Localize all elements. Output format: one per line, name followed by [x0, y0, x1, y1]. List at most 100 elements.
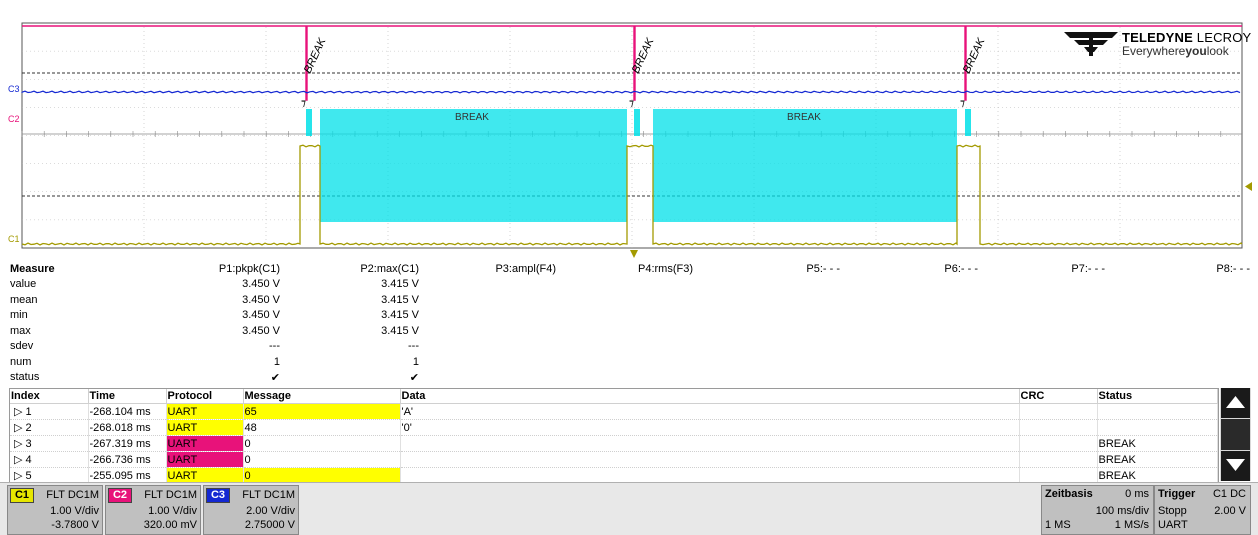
measure-panel: Measure P1:pkpk(C1) P2:max(C1) P3:ampl(F4) P… — [0, 263, 1258, 387]
channel-descriptor-c2[interactable]: C2 FLT DC1M 1.00 V/div 320.00 mV — [105, 485, 201, 535]
decode-break-box — [653, 109, 957, 222]
measure-row-label: mean — [10, 293, 38, 306]
decoder-cell-data — [400, 435, 1020, 452]
measure-row-label: status — [10, 371, 40, 383]
channel-offset: -3.7800 V — [51, 519, 99, 531]
measure-row-label: num — [10, 355, 32, 368]
decoder-cell-message: 48 — [243, 419, 401, 436]
measure-p2-value: ✔ — [409, 372, 419, 384]
decoder-row[interactable]: ▷ 4 -266.736 ms UART 0 BREAK — [10, 451, 1218, 468]
channel-descriptor-c3[interactable]: C3 FLT DC1M 2.00 V/div 2.75000 V — [203, 485, 299, 535]
trigger-level-marker — [1245, 182, 1252, 191]
decoder-cell-protocol: UART — [166, 435, 244, 452]
decoder-cell-message: 0 — [243, 451, 401, 468]
decoder-cell-crc — [1019, 435, 1098, 452]
measure-param-header: P6:- - - — [944, 263, 978, 275]
measure-param-header: P3:ampl(F4) — [495, 263, 556, 275]
decoder-row[interactable]: ▷ 3 -267.319 ms UART 0 BREAK — [10, 435, 1218, 452]
channel-offset: 2.75000 V — [244, 519, 295, 531]
teledyne-lecroy-logo: TELEDYNE LECROY Everywhereyoulook — [1062, 28, 1252, 62]
measure-p1-value: 3.450 V — [242, 309, 280, 321]
decoder-cell-crc — [1019, 403, 1098, 420]
measure-param-header: P7:- - - — [1071, 263, 1105, 275]
trigger-mode: Stopp — [1158, 505, 1187, 517]
decoder-col-time[interactable]: Time — [88, 389, 167, 404]
timebase-samples: 1 MS — [1045, 519, 1071, 531]
trigger-source: C1 DC — [1212, 488, 1246, 500]
arrow-up-icon — [1226, 396, 1245, 408]
decoder-cell-data — [400, 451, 1020, 468]
channel-tag-c1: C1 — [10, 488, 34, 503]
decoder-cell-status — [1097, 419, 1218, 436]
measure-p2-value: 1 — [412, 355, 419, 368]
decoder-cell-message: 0 — [243, 435, 401, 452]
break-marker-glyph: ⁊ — [629, 98, 634, 109]
decode-box-label: BREAK — [455, 112, 489, 123]
decoder-cell-index: ▷ 3 — [10, 435, 89, 452]
measure-p1-value: 3.450 V — [242, 324, 280, 337]
decoder-cell-status — [1097, 403, 1218, 420]
descriptor-bar: C1 FLT DC1M 1.00 V/div -3.7800 V C2 FLT … — [0, 482, 1258, 535]
channel-coupling: FLT DC1M — [242, 489, 295, 501]
decode-box-label: BREAK — [787, 112, 821, 123]
measure-p2-value: 3.415 V — [381, 309, 419, 321]
channel-label-c2: C2 — [8, 114, 20, 124]
channel-label-c1: C1 — [8, 234, 20, 244]
measure-p1-value: 3.450 V — [242, 293, 280, 306]
brand-name-bold: TELEDYNE — [1122, 30, 1193, 45]
brand-tag-pre: Everywhere — [1122, 44, 1186, 58]
timebase-rate: 1 MS/s — [1114, 519, 1149, 531]
measure-p1-value: --- — [269, 340, 280, 352]
decoder-col-index[interactable]: Index — [10, 389, 89, 404]
trigger-title: Trigger — [1158, 488, 1196, 500]
timebase-descriptor[interactable]: Zeitbasis 0 ms 100 ms/div 1 MS 1 MS/s — [1041, 485, 1154, 535]
channel-descriptor-c1[interactable]: C1 FLT DC1M 1.00 V/div -3.7800 V — [7, 485, 103, 535]
scroll-down-button[interactable] — [1221, 451, 1250, 481]
scroll-thumb[interactable] — [1221, 419, 1250, 450]
decoder-col-data[interactable]: Data — [400, 389, 1020, 404]
measure-p2-value: 3.415 V — [381, 278, 419, 290]
decoder-cell-crc — [1019, 419, 1098, 436]
decoder-col-crc[interactable]: CRC — [1019, 389, 1098, 404]
measure-p2-value: 3.415 V — [381, 324, 419, 337]
decoder-row[interactable]: ▷ 2 -268.018 ms UART 48'0' — [10, 419, 1218, 436]
channel-vdiv: 1.00 V/div — [148, 505, 197, 517]
channel-label-c3: C3 — [8, 84, 20, 94]
decoder-row[interactable]: ▷ 1 -268.104 ms UART 65 'A' — [10, 403, 1218, 420]
channel-tag-c3: C3 — [206, 488, 230, 503]
measure-p1-value: 1 — [273, 355, 280, 368]
decoder-cell-data: '0' — [400, 419, 1020, 436]
trigger-level: 2.00 V — [1214, 505, 1246, 517]
brand-tag-bold: you — [1185, 44, 1207, 58]
measure-row-label: value — [10, 278, 37, 290]
measure-param-header: P4:rms(F3) — [638, 263, 693, 275]
channel-offset: 320.00 mV — [143, 519, 197, 531]
measure-row-label: min — [10, 309, 28, 321]
trigger-descriptor[interactable]: Trigger C1 DC Stopp 2.00 V UART — [1154, 485, 1251, 535]
timebase-delay: 0 ms — [1125, 488, 1149, 500]
decoder-col-protocol[interactable]: Protocol — [166, 389, 244, 404]
decoder-scrollbar[interactable] — [1220, 388, 1251, 481]
measure-param-header: P2:max(C1) — [360, 263, 419, 275]
trigger-position-marker — [630, 250, 638, 258]
decoder-cell-status: BREAK — [1097, 435, 1218, 452]
decoder-cell-time: -266.736 ms — [88, 451, 167, 468]
decoder-cell-index: ▷ 2 — [10, 419, 89, 436]
decoder-cell-status: BREAK — [1097, 451, 1218, 468]
measure-param-header: P5:- - - — [806, 263, 840, 275]
decode-break-box — [320, 109, 627, 222]
timebase-title: Zeitbasis — [1045, 488, 1093, 500]
measure-p1-value: 3.450 V — [242, 278, 280, 290]
decoder-col-message[interactable]: Message — [243, 389, 401, 404]
decode-marker — [965, 109, 971, 136]
channel-coupling: FLT DC1M — [46, 489, 99, 501]
channel-coupling: FLT DC1M — [144, 489, 197, 501]
teledyne-logo-icon — [1064, 32, 1118, 56]
scroll-up-button[interactable] — [1221, 388, 1250, 418]
decoder-cell-message: 65 — [243, 403, 401, 420]
decoder-col-status[interactable]: Status — [1097, 389, 1218, 404]
timebase-tdiv: 100 ms/div — [1095, 505, 1149, 517]
decoder-cell-time: -267.319 ms — [88, 435, 167, 452]
decoder-cell-time: -268.104 ms — [88, 403, 167, 420]
waveform-display[interactable]: BREAK ⁊ BREAK ⁊ BREAK ⁊ BREAK BREAK C3 C2 C1 TELED… — [0, 0, 1258, 262]
